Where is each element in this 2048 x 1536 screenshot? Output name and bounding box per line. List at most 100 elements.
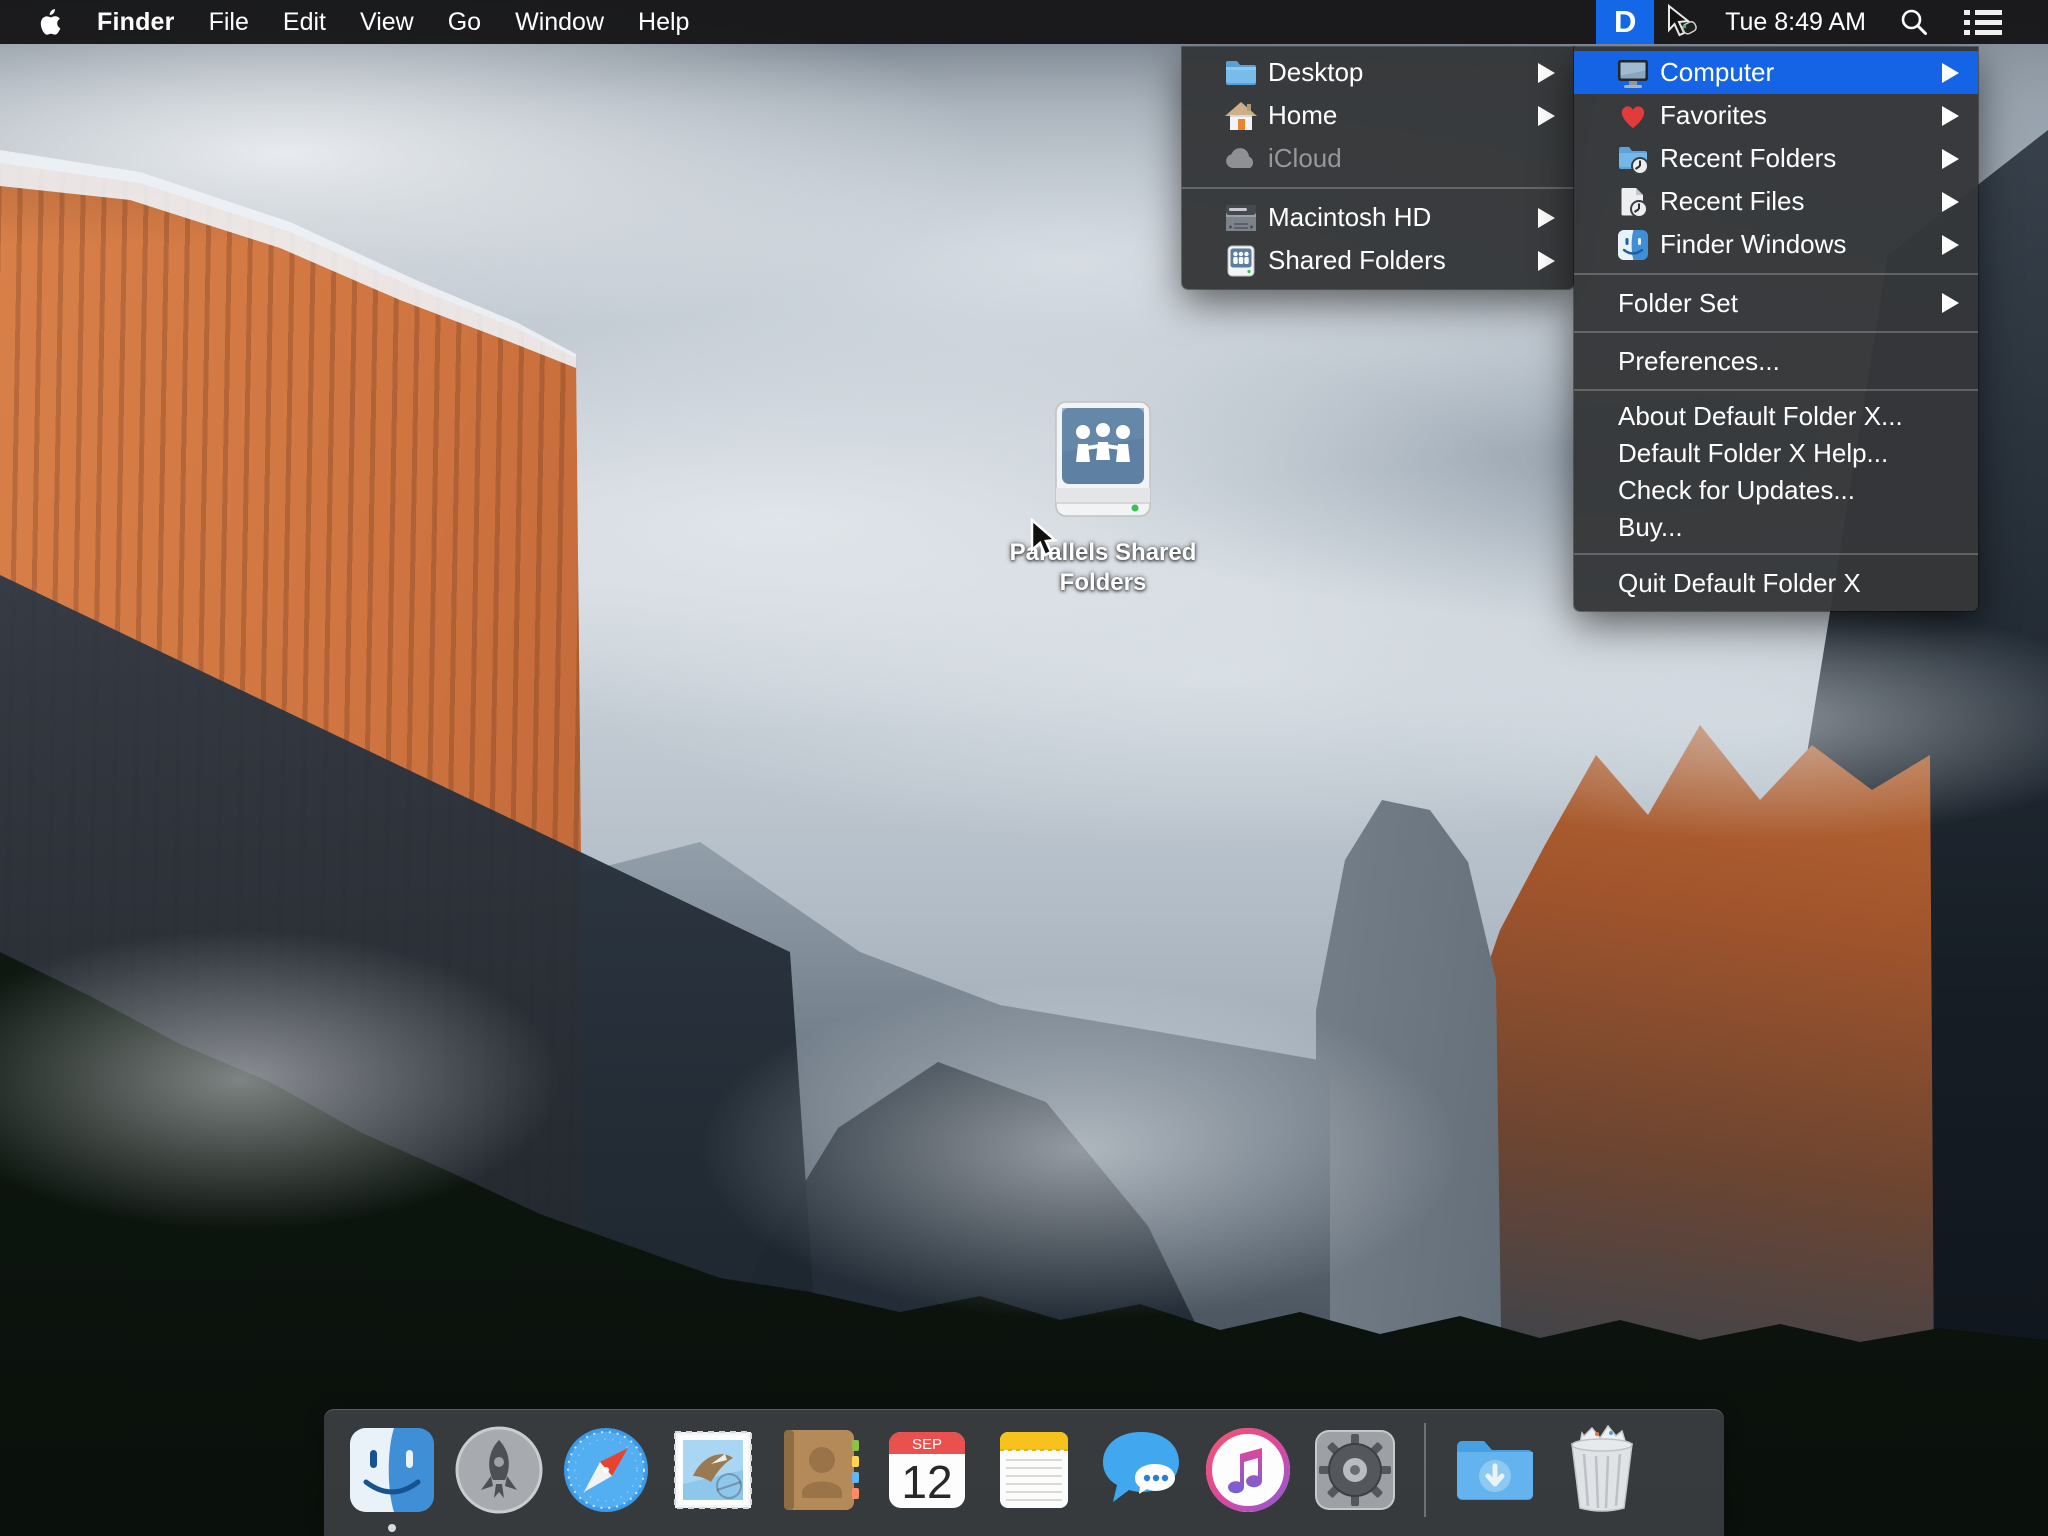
menu-bar: Finder File Edit View Go Window Help D T… [0, 0, 2048, 44]
menu-item-preferences[interactable]: Preferences... [1574, 340, 1978, 382]
notification-center-icon[interactable] [1963, 5, 2003, 39]
submenu-item-label: Macintosh HD [1268, 202, 1431, 233]
menu-item-check-updates[interactable]: Check for Updates... [1574, 472, 1978, 509]
wallpaper-mist-right [1380, 600, 2048, 840]
submenu-item-shared-folders[interactable]: Shared Folders [1182, 239, 1574, 282]
submenu-item-label: iCloud [1268, 143, 1342, 174]
computer-submenu: Desktop Home iCloud [1182, 47, 1574, 289]
menu-item-favorites[interactable]: Favorites [1574, 94, 1978, 137]
cloud-icon [1224, 142, 1258, 176]
menu-separator [1574, 331, 1978, 333]
menu-item-label: Quit Default Folder X [1618, 568, 1861, 599]
menu-bar-clock[interactable]: Tue 8:49 AM [1725, 8, 1866, 37]
submenu-item-icloud[interactable]: iCloud [1182, 137, 1574, 180]
menu-item-label: Default Folder X Help... [1618, 438, 1888, 469]
dock-contacts-icon[interactable] [774, 1424, 866, 1516]
menu-item-computer[interactable]: Computer [1574, 51, 1978, 94]
menu-item-recent-files[interactable]: Recent Files [1574, 180, 1978, 223]
menu-item-about[interactable]: About Default Folder X... [1574, 398, 1978, 435]
dock-messages-icon[interactable] [1095, 1424, 1187, 1516]
menu-item-label: Favorites [1660, 100, 1767, 131]
default-folder-x-menu: Computer Favorites Recent Folders [1574, 47, 1978, 611]
menu-item-finder-windows[interactable]: Finder Windows [1574, 223, 1978, 266]
submenu-arrow-icon [1942, 235, 1959, 255]
menu-file[interactable]: File [209, 8, 249, 37]
finder-icon [1616, 228, 1650, 262]
menu-item-label: Recent Folders [1660, 143, 1836, 174]
wallpaper-mist-center [700, 980, 1460, 1320]
dock-launchpad-icon[interactable] [453, 1424, 545, 1516]
folder-clock-icon [1616, 142, 1650, 176]
folder-icon [1224, 56, 1258, 90]
submenu-item-desktop[interactable]: Desktop [1182, 51, 1574, 94]
menu-item-folder-set[interactable]: Folder Set [1574, 282, 1978, 324]
finder-running-indicator [388, 1524, 396, 1532]
dock-finder-icon[interactable] [346, 1424, 438, 1516]
menu-bar-app-name[interactable]: Finder [97, 8, 175, 37]
menu-go[interactable]: Go [448, 8, 481, 37]
menu-bar-status-area: D Tue 8:49 AM [1596, 0, 2048, 44]
computer-icon [1616, 56, 1650, 90]
menu-bar-left: Finder File Edit View Go Window Help [0, 0, 689, 44]
menu-item-label: Finder Windows [1660, 229, 1846, 260]
menu-item-label: Computer [1660, 57, 1774, 88]
shared-drive-icon [1224, 244, 1258, 278]
home-icon [1224, 99, 1258, 133]
parallels-shared-folders-desktop-icon[interactable]: Parallels Shared Folders [1000, 400, 1206, 598]
submenu-arrow-icon [1538, 106, 1555, 126]
menu-item-label: Check for Updates... [1618, 475, 1855, 506]
submenu-item-home[interactable]: Home [1182, 94, 1574, 137]
menu-item-label: Folder Set [1618, 288, 1738, 319]
submenu-arrow-icon [1942, 63, 1959, 83]
menu-separator [1574, 389, 1978, 391]
submenu-arrow-icon [1538, 208, 1555, 228]
dock-notes-icon[interactable] [988, 1424, 1080, 1516]
dock-separator [1424, 1423, 1426, 1517]
menu-view[interactable]: View [360, 8, 414, 37]
shared-drive-large-icon [1047, 400, 1159, 520]
dock-downloads-folder-icon[interactable] [1449, 1424, 1541, 1516]
menu-window[interactable]: Window [515, 8, 604, 37]
default-folder-x-menu-icon[interactable]: D [1596, 0, 1654, 44]
wallpaper-mist-left [0, 930, 560, 1230]
menu-edit[interactable]: Edit [283, 8, 326, 37]
menu-item-help[interactable]: Default Folder X Help... [1574, 435, 1978, 472]
dock-system-preferences-icon[interactable] [1309, 1424, 1401, 1516]
submenu-arrow-icon [1538, 63, 1555, 83]
submenu-arrow-icon [1942, 106, 1959, 126]
submenu-arrow-icon [1538, 251, 1555, 271]
submenu-item-label: Shared Folders [1268, 245, 1446, 276]
file-clock-icon [1616, 185, 1650, 219]
submenu-item-label: Home [1268, 100, 1337, 131]
dock-mail-icon[interactable] [667, 1424, 759, 1516]
spotlight-search-icon[interactable] [1899, 7, 1929, 37]
calendar-day-text: 12 [901, 1456, 952, 1508]
menu-item-buy[interactable]: Buy... [1574, 509, 1978, 546]
submenu-item-macintosh-hd[interactable]: Macintosh HD [1182, 196, 1574, 239]
dock-trash-icon[interactable] [1556, 1424, 1648, 1516]
submenu-item-label: Desktop [1268, 57, 1363, 88]
menu-item-label: Buy... [1618, 512, 1683, 543]
dock: SEP 12 [324, 1409, 1724, 1536]
menu-separator [1574, 553, 1978, 555]
menu-item-label: Recent Files [1660, 186, 1805, 217]
menu-separator [1574, 273, 1978, 275]
apple-menu[interactable] [34, 0, 65, 44]
menu-item-label: About Default Folder X... [1618, 401, 1903, 432]
menu-help[interactable]: Help [638, 8, 689, 37]
dock-calendar-icon[interactable]: SEP 12 [881, 1424, 973, 1516]
apple-icon [38, 9, 61, 36]
heart-icon [1616, 99, 1650, 133]
dock-safari-icon[interactable] [560, 1424, 652, 1516]
menu-item-label: Preferences... [1618, 346, 1780, 377]
submenu-arrow-icon [1942, 192, 1959, 212]
parallels-mouse-icon[interactable] [1664, 4, 1700, 40]
calendar-month-text: SEP [912, 1436, 942, 1453]
submenu-arrow-icon [1942, 149, 1959, 169]
dock-itunes-icon[interactable] [1202, 1424, 1294, 1516]
submenu-arrow-icon [1942, 293, 1959, 313]
menu-separator [1182, 187, 1574, 189]
internal-drive-icon [1224, 201, 1258, 235]
menu-item-quit[interactable]: Quit Default Folder X [1574, 562, 1978, 604]
menu-item-recent-folders[interactable]: Recent Folders [1574, 137, 1978, 180]
